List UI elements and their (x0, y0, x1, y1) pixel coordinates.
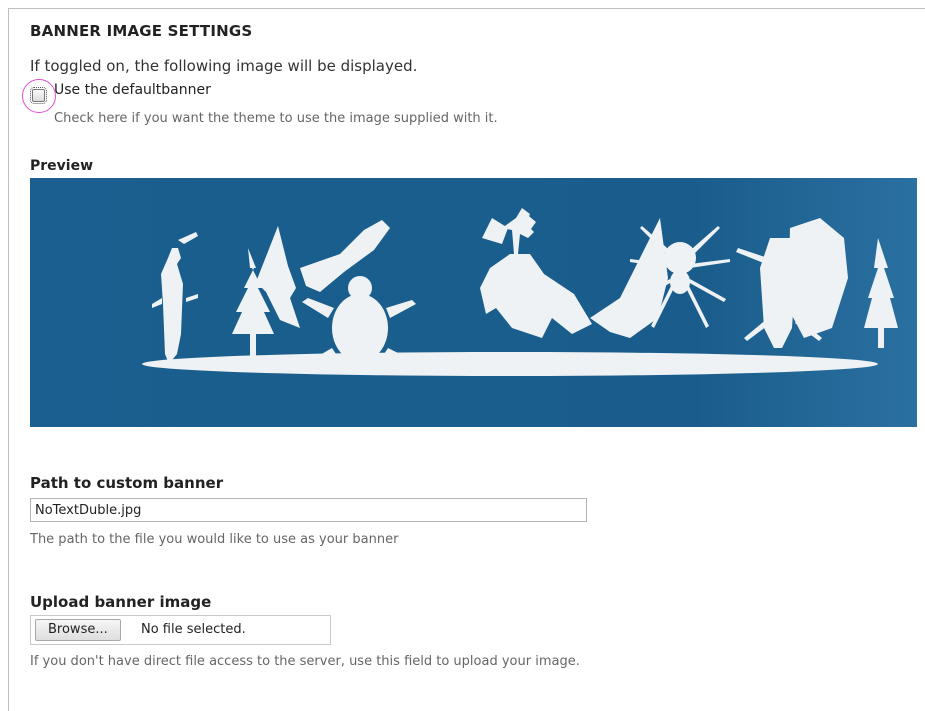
default-banner-checkbox-group (22, 79, 58, 115)
custom-path-description: The path to the file you would like to u… (30, 532, 399, 547)
preview-title: Preview (30, 158, 94, 174)
default-banner-description: Check here if you want the theme to use … (54, 111, 498, 126)
section-title: BANNER IMAGE SETTINGS (30, 22, 253, 40)
insect-silhouettes-icon (142, 208, 898, 376)
section-intro: If toggled on, the following image will … (30, 57, 418, 75)
custom-path-label: Path to custom banner (30, 474, 224, 492)
upload-label: Upload banner image (30, 593, 212, 611)
default-banner-label[interactable]: Use the defaultbanner (54, 82, 211, 98)
browse-button[interactable]: Browse... (35, 619, 121, 641)
custom-path-input[interactable] (30, 498, 587, 522)
banner-preview-image (30, 178, 917, 427)
file-status-text: No file selected. (141, 622, 246, 637)
file-upload-field[interactable]: Browse... No file selected. (30, 615, 331, 645)
default-banner-checkbox[interactable] (30, 87, 47, 104)
upload-description: If you don't have direct file access to … (30, 654, 580, 669)
